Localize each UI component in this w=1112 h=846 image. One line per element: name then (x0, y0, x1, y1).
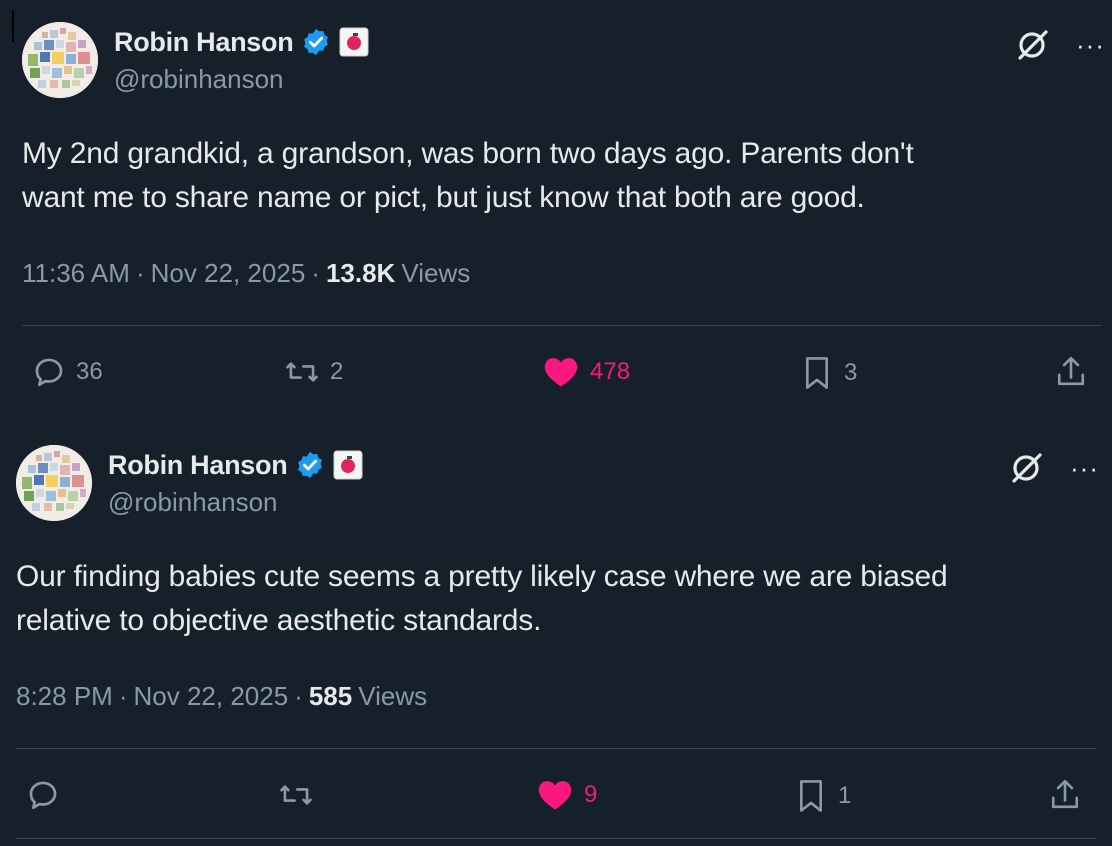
reply-icon (35, 358, 63, 387)
like-count: 478 (590, 358, 631, 385)
tweet-date[interactable]: Nov 22, 2025 (134, 681, 289, 712)
like-button[interactable]: 9 (536, 778, 597, 812)
repost-button[interactable]: 2 (284, 355, 343, 389)
tweet-1[interactable]: Robin Hanson @robinhanson ··· My 2nd gra… (0, 0, 1112, 423)
tweet-time[interactable]: 8:28 PM (16, 681, 113, 712)
bookmark-count: 3 (844, 359, 858, 386)
heart-icon (538, 781, 572, 810)
views-count[interactable]: 585 (309, 681, 352, 712)
display-name[interactable]: Robin Hanson (114, 27, 294, 58)
views-count[interactable]: 13.8K (326, 258, 395, 289)
bookmark-button[interactable]: 1 (794, 778, 851, 814)
repost-icon (280, 785, 312, 805)
meta-separator: · (311, 258, 320, 288)
divider (16, 838, 1096, 839)
divider (22, 325, 1102, 326)
reply-button[interactable] (26, 778, 70, 812)
display-name[interactable]: Robin Hanson (108, 450, 288, 481)
affiliate-badge-icon[interactable] (339, 27, 369, 57)
reply-button[interactable]: 36 (32, 355, 103, 389)
bookmark-button[interactable]: 3 (800, 355, 857, 391)
bookmark-icon (805, 357, 829, 389)
divider (16, 748, 1096, 749)
share-icon (1057, 356, 1085, 386)
bookmark-count: 1 (838, 782, 852, 809)
meta-separator: · (118, 681, 128, 711)
views-label: Views (358, 681, 428, 711)
tweet-text-line: want me to share name or pict, but just … (22, 181, 865, 214)
user-handle[interactable]: @robinhanson (108, 487, 278, 518)
avatar[interactable] (16, 445, 92, 521)
share-button[interactable] (1054, 354, 1088, 390)
tweet-text-line: My 2nd grandkid, a grandson, was born tw… (22, 137, 914, 170)
repost-icon (286, 362, 318, 382)
reply-count: 36 (76, 358, 103, 385)
affiliate-badge-icon[interactable] (333, 450, 363, 480)
grok-icon[interactable] (1016, 28, 1050, 62)
verified-badge-icon (301, 27, 331, 57)
tweet-text-line: Our finding babies cute seems a pretty l… (16, 560, 948, 593)
meta-separator: · (294, 681, 303, 711)
more-icon[interactable]: ··· (1070, 455, 1099, 481)
views-label: Views (401, 258, 471, 288)
tweet-text-line: relative to objective aesthetic standard… (16, 604, 542, 637)
repost-button[interactable] (278, 778, 324, 812)
grok-icon[interactable] (1010, 451, 1044, 485)
more-icon[interactable]: ··· (1076, 32, 1105, 58)
verified-badge-icon (295, 450, 325, 480)
avatar-mosaic (22, 22, 98, 98)
tweet-2[interactable]: Robin Hanson @robinhanson ··· Our findin… (0, 423, 1112, 846)
avatar[interactable] (22, 22, 98, 98)
avatar-mosaic (16, 445, 92, 521)
share-icon (1051, 779, 1079, 809)
user-handle[interactable]: @robinhanson (114, 64, 284, 95)
tweet-time[interactable]: 11:36 AM (22, 258, 130, 289)
reply-icon (29, 781, 57, 810)
like-count: 9 (584, 781, 598, 808)
like-button[interactable]: 478 (542, 355, 630, 389)
bookmark-icon (799, 780, 823, 812)
heart-icon (544, 358, 578, 387)
share-button[interactable] (1048, 777, 1082, 813)
repost-count: 2 (330, 358, 344, 385)
meta-separator: · (135, 258, 145, 288)
tweet-date[interactable]: Nov 22, 2025 (151, 258, 306, 289)
